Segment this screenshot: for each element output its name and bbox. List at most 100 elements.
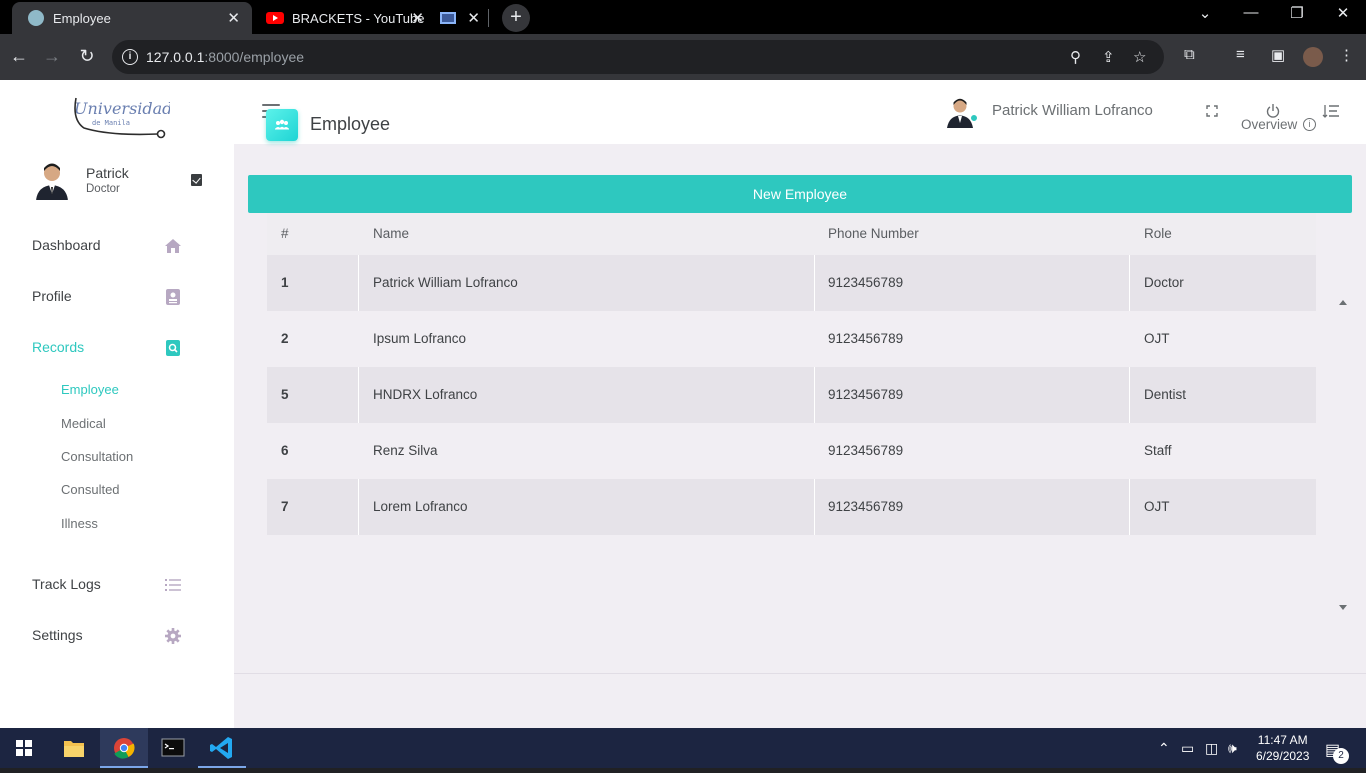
table-row[interactable]: 7 Lorem Lofranco 9123456789 OJT <box>267 479 1316 535</box>
cell-id: 2 <box>281 331 289 346</box>
cell-id: 5 <box>281 387 289 402</box>
footer-divider <box>234 673 1366 674</box>
new-employee-button[interactable]: New Employee <box>248 175 1352 213</box>
windows-start-icon[interactable] <box>0 728 48 768</box>
cell-role: Staff <box>1144 443 1172 458</box>
battery-icon[interactable]: ▭ <box>1181 740 1194 757</box>
show-hidden-icons-chevron-icon[interactable]: ⌃ <box>1158 740 1170 757</box>
column-header-phone[interactable]: Phone Number <box>828 226 919 241</box>
sidebar-item-label: Track Logs <box>32 576 101 592</box>
column-header-name[interactable]: Name <box>373 226 409 241</box>
close-tab-icon[interactable]: ✕ <box>467 9 480 27</box>
employee-table: # Name Phone Number Role 1 Patrick Willi… <box>267 213 1316 536</box>
home-icon <box>165 239 181 253</box>
tab-minimized[interactable]: ✕ <box>434 2 488 34</box>
cell-phone: 9123456789 <box>828 331 904 346</box>
back-icon[interactable]: ← <box>7 44 31 68</box>
cell-role: OJT <box>1144 331 1170 346</box>
browser-profile-avatar[interactable] <box>1303 47 1323 67</box>
restore-button[interactable]: ❐ <box>1274 4 1320 22</box>
table-header: # Name Phone Number Role <box>267 213 1316 255</box>
bookmark-star-icon[interactable]: ☆ <box>1133 48 1146 66</box>
sidebar-subitem-consultation[interactable]: Consultation <box>61 449 133 464</box>
avatar <box>34 160 70 200</box>
column-header-id[interactable]: # <box>281 226 289 241</box>
file-explorer-icon[interactable] <box>50 728 98 768</box>
cell-phone: 9123456789 <box>828 275 904 290</box>
sidebar: Universidad de Manila Patrick Doctor Das… <box>0 80 234 728</box>
youtube-icon <box>266 12 284 24</box>
terminal-icon[interactable] <box>149 728 197 768</box>
employee-section-icon <box>266 109 298 141</box>
media-control-icon[interactable]: ≡ <box>1236 46 1245 63</box>
header-user-name[interactable]: Patrick William Lofranco <box>992 102 1153 119</box>
online-status-dot <box>970 114 978 122</box>
cell-id: 6 <box>281 443 289 458</box>
tab-title: BRACKETS - YouTube <box>292 10 425 26</box>
top-header: Patrick William Lofranco <box>234 80 1366 144</box>
university-logo: Universidad de Manila <box>74 97 170 139</box>
overview-link[interactable]: Overview <box>1241 117 1297 132</box>
sidebar-item-dashboard[interactable]: Dashboard <box>32 234 182 258</box>
new-tab-button[interactable]: + <box>502 4 530 32</box>
scroll-up-arrow[interactable] <box>1339 300 1347 305</box>
system-clock[interactable]: 11:47 AM 6/29/2023 <box>1256 732 1309 764</box>
address-bar[interactable]: i 127.0.0.1:8000/employee ⚲ ⇪ ☆ <box>112 40 1164 74</box>
column-header-role[interactable]: Role <box>1144 226 1172 241</box>
scroll-down-arrow[interactable] <box>1339 605 1347 610</box>
sidebar-user-role: Doctor <box>86 183 120 195</box>
sidebar-subitem-consulted[interactable]: Consulted <box>61 482 120 497</box>
sidebar-user-name: Patrick <box>86 165 129 181</box>
gear-icon <box>165 628 181 644</box>
sort-list-icon[interactable] <box>1322 102 1340 120</box>
close-tab-icon[interactable]: ✕ <box>227 9 240 27</box>
extensions-icon[interactable]: ⧉ <box>1184 46 1195 63</box>
vscode-icon[interactable] <box>198 728 246 768</box>
tab-title: Employee <box>53 10 111 26</box>
clock-time: 11:47 AM <box>1257 733 1308 747</box>
sidebar-item-settings[interactable]: Settings <box>32 624 182 648</box>
share-icon[interactable]: ⇪ <box>1102 48 1115 66</box>
column-divider <box>358 255 359 311</box>
tab-search-icon[interactable]: ⌄ <box>1182 4 1228 22</box>
close-window-button[interactable]: ✕ <box>1320 4 1366 22</box>
chrome-taskbar-icon[interactable] <box>100 728 148 768</box>
chrome-menu-icon[interactable]: ⋮ <box>1339 46 1354 64</box>
column-divider <box>358 367 359 423</box>
sidebar-user-card[interactable]: Patrick Doctor <box>34 160 214 208</box>
network-icon[interactable]: ◫ <box>1205 740 1218 757</box>
cell-role: Dentist <box>1144 387 1187 402</box>
sidebar-item-label: Settings <box>32 627 83 643</box>
tab-employee[interactable]: Employee ✕ <box>12 2 252 34</box>
side-panel-icon[interactable]: ▣ <box>1271 46 1285 64</box>
cell-phone: 9123456789 <box>828 443 904 458</box>
header-avatar[interactable] <box>946 96 974 128</box>
table-row[interactable]: 5 HNDRX Lofranco 9123456789 Dentist <box>267 367 1316 423</box>
sidebar-item-label: Dashboard <box>32 237 101 253</box>
reload-icon[interactable]: ↻ <box>75 44 99 68</box>
table-row[interactable]: 6 Renz Silva 9123456789 Staff <box>267 423 1316 479</box>
info-icon[interactable]: i <box>1303 118 1316 131</box>
verified-badge-icon <box>191 174 202 186</box>
sidebar-item-profile[interactable]: Profile <box>32 285 182 309</box>
forward-icon[interactable]: → <box>40 44 64 68</box>
clock-date: 6/29/2023 <box>1256 749 1310 763</box>
sidebar-subitem-medical[interactable]: Medical <box>61 416 106 431</box>
volume-icon[interactable]: 🕪 <box>1228 740 1237 757</box>
notification-count-badge: 2 <box>1333 748 1349 764</box>
zoom-icon[interactable]: ⚲ <box>1070 48 1081 66</box>
minimize-button[interactable]: — <box>1228 4 1274 21</box>
column-divider <box>814 255 815 311</box>
table-row[interactable]: 1 Patrick William Lofranco 9123456789 Do… <box>267 255 1316 311</box>
fullscreen-icon[interactable] <box>1203 102 1221 120</box>
site-info-icon[interactable]: i <box>122 49 138 65</box>
cell-phone: 9123456789 <box>828 387 904 402</box>
close-tab-icon[interactable]: ✕ <box>411 9 424 27</box>
table-row[interactable]: 2 Ipsum Lofranco 9123456789 OJT <box>267 311 1316 367</box>
address-url: 127.0.0.1:8000/employee <box>146 49 305 65</box>
sidebar-item-track-logs[interactable]: Track Logs <box>32 573 182 597</box>
sidebar-subitem-employee[interactable]: Employee <box>61 382 119 397</box>
cell-name: Lorem Lofranco <box>373 499 468 514</box>
sidebar-subitem-illness[interactable]: Illness <box>61 516 98 531</box>
sidebar-item-records[interactable]: Records <box>32 336 182 360</box>
